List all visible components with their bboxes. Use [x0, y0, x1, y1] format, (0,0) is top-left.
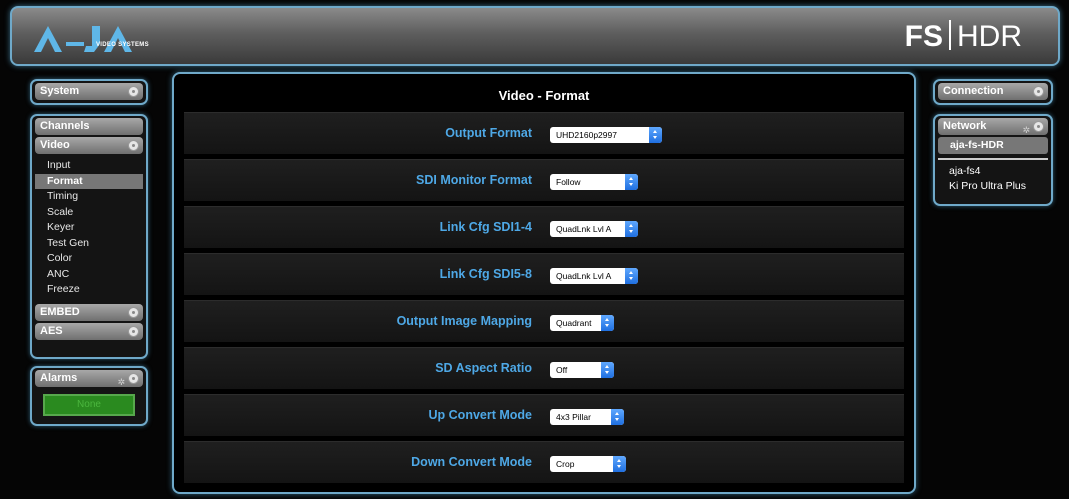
select-value: Off	[556, 365, 568, 375]
nav-anc[interactable]: ANC	[35, 267, 143, 283]
product-name-bold: FS	[904, 20, 943, 53]
setting-row: Output Image Mapping Quadrant	[184, 300, 904, 342]
link-cfg-sdi5-8-select[interactable]: QuadLnk Lvl A	[550, 268, 638, 284]
logo-subtitle: VIDEO SYSTEMS	[96, 42, 149, 48]
setting-row: SD Aspect Ratio Off	[184, 347, 904, 389]
output-format-select[interactable]: UHD2160p2997	[550, 127, 662, 143]
alarms-header[interactable]: Alarms ✲	[35, 370, 143, 387]
select-arrows-icon	[625, 268, 638, 284]
system-panel: System	[30, 79, 148, 105]
nav-freeze[interactable]: Freeze	[35, 282, 143, 298]
alarms-label: Alarms	[40, 372, 78, 384]
select-arrows-icon	[601, 362, 614, 378]
up-convert-mode-select[interactable]: 4x3 Pillar	[550, 409, 624, 425]
link-cfg-sdi1-4-select[interactable]: QuadLnk Lvl A	[550, 221, 638, 237]
collapse-icon[interactable]	[128, 140, 139, 151]
expand-icon[interactable]	[1033, 86, 1044, 97]
product-name-thin: HDR	[957, 20, 1022, 53]
row-label: Output Format	[445, 126, 532, 140]
embed-header[interactable]: EMBED	[35, 303, 143, 321]
setting-row: Link Cfg SDI5-8 QuadLnk Lvl A	[184, 253, 904, 295]
expand-icon[interactable]	[128, 373, 139, 384]
refresh-icon: ✲	[1022, 125, 1030, 135]
divider	[938, 158, 1048, 160]
setting-row: Output Format UHD2160p2997	[184, 112, 904, 154]
alarm-status: None	[43, 394, 135, 416]
row-label: Link Cfg SDI1-4	[439, 220, 532, 234]
connection-panel: Connection	[933, 79, 1053, 105]
video-submenu: Input Format Timing Scale Keyer Test Gen…	[32, 156, 146, 302]
sdi-monitor-format-select[interactable]: Follow	[550, 174, 638, 190]
network-header[interactable]: Network ✲	[938, 118, 1048, 135]
row-label: Link Cfg SDI5-8	[439, 267, 532, 281]
select-value: Crop	[556, 459, 575, 469]
product-name: FS HDR	[905, 20, 1022, 54]
aes-label: AES	[40, 324, 63, 337]
down-convert-mode-select[interactable]: Crop	[550, 456, 626, 472]
network-panel: Network ✲ aja-fs-HDR aja-fs4 Ki Pro Ultra…	[933, 114, 1053, 206]
nav-test-gen[interactable]: Test Gen	[35, 236, 143, 252]
channels-header[interactable]: Channels	[35, 118, 143, 135]
system-header[interactable]: System	[35, 83, 143, 100]
refresh-icon: ✲	[117, 377, 125, 387]
header-bar: VIDEO SYSTEMS FS HDR	[10, 6, 1060, 66]
row-label: Down Convert Mode	[411, 455, 532, 469]
nav-scale[interactable]: Scale	[35, 205, 143, 221]
select-arrows-icon	[625, 174, 638, 190]
product-divider	[949, 20, 951, 50]
video-label: Video	[40, 139, 70, 151]
select-value: QuadLnk Lvl A	[556, 271, 612, 281]
select-value: Quadrant	[556, 318, 592, 328]
embed-label: EMBED	[40, 305, 80, 318]
select-value: UHD2160p2997	[556, 130, 617, 140]
expand-icon[interactable]	[128, 325, 139, 337]
network-label: Network	[943, 120, 987, 132]
device-item[interactable]: Ki Pro Ultra Plus	[935, 179, 1051, 194]
video-header[interactable]: Video	[35, 137, 143, 154]
select-arrows-icon	[625, 221, 638, 237]
select-value: 4x3 Pillar	[556, 412, 591, 422]
nav-timing[interactable]: Timing	[35, 189, 143, 205]
aes-header[interactable]: AES	[35, 322, 143, 340]
active-device[interactable]: aja-fs-HDR	[938, 137, 1048, 154]
select-arrows-icon	[611, 409, 624, 425]
select-value: Follow	[556, 177, 581, 187]
select-value: QuadLnk Lvl A	[556, 224, 612, 234]
setting-row: SDI Monitor Format Follow	[184, 159, 904, 201]
select-arrows-icon	[613, 456, 626, 472]
setting-row: Up Convert Mode 4x3 Pillar	[184, 394, 904, 436]
row-label: SD Aspect Ratio	[435, 361, 532, 375]
connection-label: Connection	[943, 85, 1004, 97]
channels-panel: Channels Video Input Format Timing Scale…	[30, 114, 148, 359]
page-title: Video - Format	[498, 88, 590, 103]
expand-icon[interactable]	[128, 86, 139, 97]
row-label: SDI Monitor Format	[416, 173, 532, 187]
expand-icon[interactable]	[128, 306, 139, 318]
setting-row: Link Cfg SDI1-4 QuadLnk Lvl A	[184, 206, 904, 248]
setting-row: Down Convert Mode Crop	[184, 441, 904, 483]
device-item[interactable]: aja-fs4	[935, 164, 1051, 179]
page: VIDEO SYSTEMS FS HDR System Channels Vide…	[0, 0, 1069, 499]
row-label: Up Convert Mode	[428, 408, 532, 422]
nav-keyer[interactable]: Keyer	[35, 220, 143, 236]
output-image-mapping-select[interactable]: Quadrant	[550, 315, 614, 331]
main-panel: Video - Format Output Format UHD2160p299…	[172, 72, 916, 494]
channels-label: Channels	[40, 120, 90, 132]
nav-format[interactable]: Format	[35, 173, 143, 189]
row-label: Output Image Mapping	[396, 314, 532, 328]
system-label: System	[40, 85, 80, 97]
collapse-icon[interactable]	[1033, 121, 1044, 132]
connection-header[interactable]: Connection	[938, 83, 1048, 100]
nav-input[interactable]: Input	[35, 158, 143, 174]
alarms-panel: Alarms ✲ None	[30, 366, 148, 426]
nav-color[interactable]: Color	[35, 251, 143, 267]
sd-aspect-ratio-select[interactable]: Off	[550, 362, 614, 378]
select-arrows-icon	[649, 127, 662, 143]
select-arrows-icon	[601, 315, 614, 331]
